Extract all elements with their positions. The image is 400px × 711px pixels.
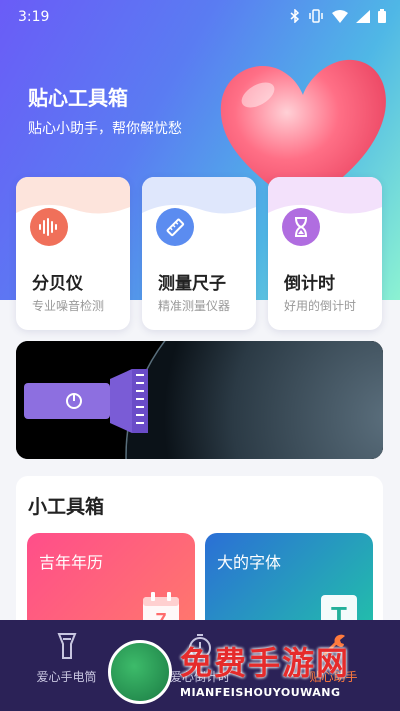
flashlight-icon — [57, 633, 76, 659]
page-title: 贴心工具箱 — [28, 86, 128, 110]
flashlight-icon — [24, 369, 148, 433]
tab-label: 爱心手电筒 — [36, 670, 97, 684]
tab-label: 爱心倒计时 — [169, 670, 230, 684]
toolbox-title: 小工具箱 — [28, 496, 105, 518]
wifi-icon — [332, 9, 348, 23]
tab-assistant[interactable]: 贴心助手 — [267, 620, 400, 711]
tool-card-title: 倒计时 — [284, 274, 335, 294]
tool-card-title: 测量尺子 — [158, 274, 226, 294]
toolbox-item-title: 大的字体 — [217, 553, 282, 572]
sound-wave-icon — [30, 208, 68, 246]
vibrate-icon — [309, 9, 323, 23]
timer-icon — [189, 634, 211, 659]
tool-card-countdown[interactable]: 倒计时 好用的倒计时 — [268, 177, 382, 330]
flashlight-banner[interactable] — [16, 341, 383, 459]
battery-icon — [378, 9, 386, 23]
status-time: 3:19 — [18, 9, 50, 25]
hourglass-icon — [282, 208, 320, 246]
tool-card-ruler[interactable]: 测量尺子 精准测量仪器 — [142, 177, 256, 330]
tool-card-desc: 专业噪音检测 — [32, 299, 105, 313]
ruler-icon — [156, 208, 194, 246]
status-icons — [290, 9, 386, 23]
tools-icon — [323, 634, 345, 656]
page-subtitle: 贴心小助手，帮你解忧愁 — [28, 121, 182, 137]
tool-card-decibel[interactable]: 分贝仪 专业噪音检测 — [16, 177, 130, 330]
tab-timer[interactable]: 爱心倒计时 — [133, 620, 267, 711]
tool-card-desc: 精准测量仪器 — [158, 299, 231, 313]
tab-label: 贴心助手 — [309, 670, 358, 684]
signal-icon — [356, 9, 370, 23]
toolbox-item-title: 吉年年历 — [39, 553, 104, 572]
tool-card-desc: 好用的倒计时 — [284, 299, 357, 313]
status-bar: 3:19 — [0, 0, 400, 34]
tab-flashlight[interactable]: 爱心手电筒 — [0, 620, 133, 711]
bottom-tab-bar: 爱心手电筒 爱心倒计时 贴心助手 — [0, 620, 400, 711]
tool-card-title: 分贝仪 — [32, 274, 83, 294]
bluetooth-icon — [290, 9, 300, 23]
